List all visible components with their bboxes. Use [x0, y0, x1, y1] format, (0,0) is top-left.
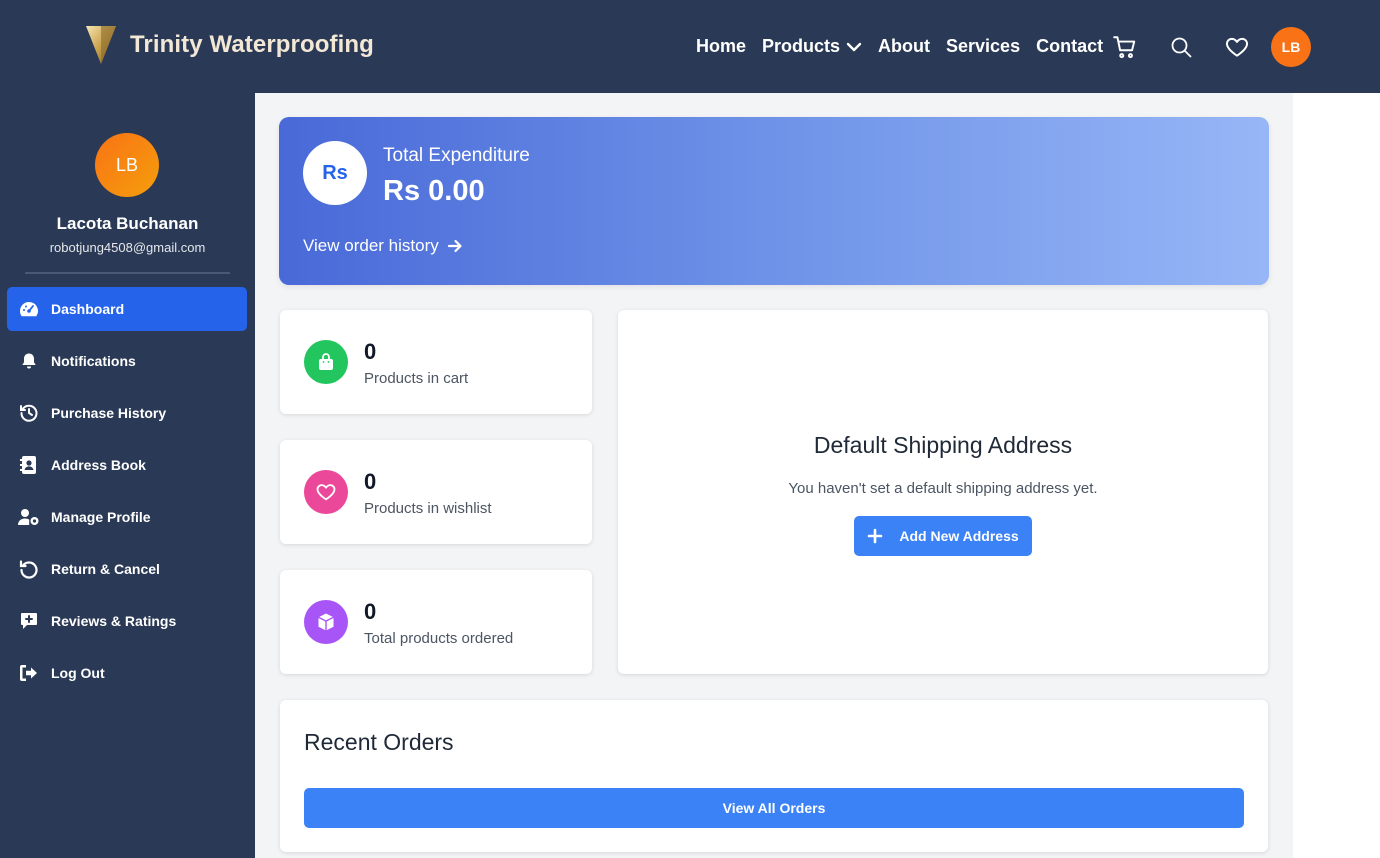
- view-order-history-label: View order history: [303, 236, 439, 255]
- sidebar-item-label: Address Book: [51, 457, 146, 473]
- nav-contact[interactable]: Contact: [1036, 36, 1103, 57]
- cart-label: Products in cart: [364, 370, 469, 387]
- recent-orders-card: Recent Orders View All Orders: [280, 700, 1268, 852]
- stat-card-ordered: 0 Total products ordered: [280, 570, 592, 674]
- sidebar-item-label: Manage Profile: [51, 509, 151, 525]
- add-new-address-label: Add New Address: [899, 528, 1019, 544]
- nav-products-label: Products: [762, 36, 841, 56]
- brand[interactable]: Trinity Waterproofing: [84, 24, 374, 66]
- add-new-address-button[interactable]: Add New Address: [854, 516, 1032, 556]
- plus-icon: [868, 528, 883, 544]
- sidebar-item-address-book[interactable]: Address Book: [7, 443, 247, 487]
- shopping-bag-icon: [304, 340, 348, 384]
- sidebar: LB Lacota Buchanan robotjung4508@gmail.c…: [0, 93, 255, 858]
- expenditure-label: Total Expenditure: [383, 145, 530, 166]
- cart-icon[interactable]: [1112, 34, 1138, 60]
- expenditure-amount: Rs 0.00: [383, 175, 485, 207]
- user-avatar[interactable]: LB: [1271, 26, 1311, 67]
- stat-card-cart: 0 Products in cart: [280, 310, 592, 414]
- main-nav: Home Products About Services Contact: [696, 0, 1119, 93]
- sidebar-item-label: Reviews & Ratings: [51, 613, 177, 629]
- chevron-down-icon: [846, 42, 862, 51]
- expenditure-card: Rs Total Expenditure Rs 0.00 View order …: [279, 117, 1269, 285]
- cart-count: 0: [364, 339, 377, 364]
- view-order-history-link[interactable]: View order history: [303, 236, 463, 256]
- wishlist-heart-icon[interactable]: [1224, 34, 1250, 60]
- sidebar-item-label: Notifications: [51, 353, 136, 369]
- sidebar-item-dashboard[interactable]: Dashboard: [7, 287, 247, 331]
- bell-icon: [18, 351, 40, 371]
- history-icon: [18, 403, 40, 423]
- box-icon: [304, 600, 348, 644]
- arrow-right-icon: [447, 239, 462, 253]
- sidebar-item-purchase-history[interactable]: Purchase History: [7, 391, 247, 435]
- nav-home[interactable]: Home: [696, 36, 746, 57]
- view-all-orders-button[interactable]: View All Orders: [304, 788, 1244, 828]
- sidebar-item-label: Return & Cancel: [51, 561, 160, 577]
- gauge-icon: [18, 299, 40, 319]
- sidebar-avatar: LB: [95, 133, 159, 197]
- sidebar-item-manage-profile[interactable]: Manage Profile: [7, 495, 247, 539]
- sidebar-item-label: Dashboard: [51, 301, 125, 317]
- heart-icon: [304, 470, 348, 514]
- ordered-count: 0: [364, 599, 377, 624]
- comment-plus-icon: [18, 611, 40, 631]
- user-name: Lacota Buchanan: [56, 214, 199, 233]
- brand-name: Trinity Waterproofing: [130, 31, 374, 58]
- nav-icons: LB: [1112, 0, 1311, 93]
- recent-orders-title: Recent Orders: [304, 729, 454, 755]
- top-navbar: Trinity Waterproofing Home Products Abou…: [0, 0, 1380, 93]
- nav-services[interactable]: Services: [946, 36, 1020, 57]
- stat-card-wishlist: 0 Products in wishlist: [280, 440, 592, 544]
- user-gear-icon: [18, 507, 40, 527]
- sidebar-divider: [25, 272, 230, 274]
- brand-logo-icon: [86, 26, 116, 64]
- shipping-address-card: Default Shipping Address You haven't set…: [618, 310, 1268, 674]
- address-book-icon: [18, 455, 40, 475]
- sidebar-item-label: Log Out: [51, 665, 105, 681]
- rotate-left-icon: [18, 559, 40, 579]
- ordered-label: Total products ordered: [364, 630, 514, 647]
- nav-products[interactable]: Products: [762, 36, 862, 57]
- currency-badge: Rs: [303, 141, 367, 205]
- sidebar-item-reviews-ratings[interactable]: Reviews & Ratings: [7, 599, 247, 643]
- sidebar-item-notifications[interactable]: Notifications: [7, 339, 247, 383]
- sidebar-item-log-out[interactable]: Log Out: [7, 651, 247, 695]
- sidebar-menu: Dashboard Notifications Purchase History…: [7, 287, 247, 703]
- wishlist-label: Products in wishlist: [364, 500, 492, 517]
- wishlist-count: 0: [364, 469, 377, 494]
- search-icon[interactable]: [1168, 34, 1194, 60]
- shipping-title: Default Shipping Address: [813, 432, 1073, 458]
- sidebar-item-return-cancel[interactable]: Return & Cancel: [7, 547, 247, 591]
- nav-about[interactable]: About: [878, 36, 930, 57]
- sidebar-item-label: Purchase History: [51, 405, 167, 421]
- logout-icon: [18, 663, 40, 683]
- shipping-text: You haven't set a default shipping addre…: [788, 480, 1098, 497]
- user-email: robotjung4508@gmail.com: [49, 240, 206, 255]
